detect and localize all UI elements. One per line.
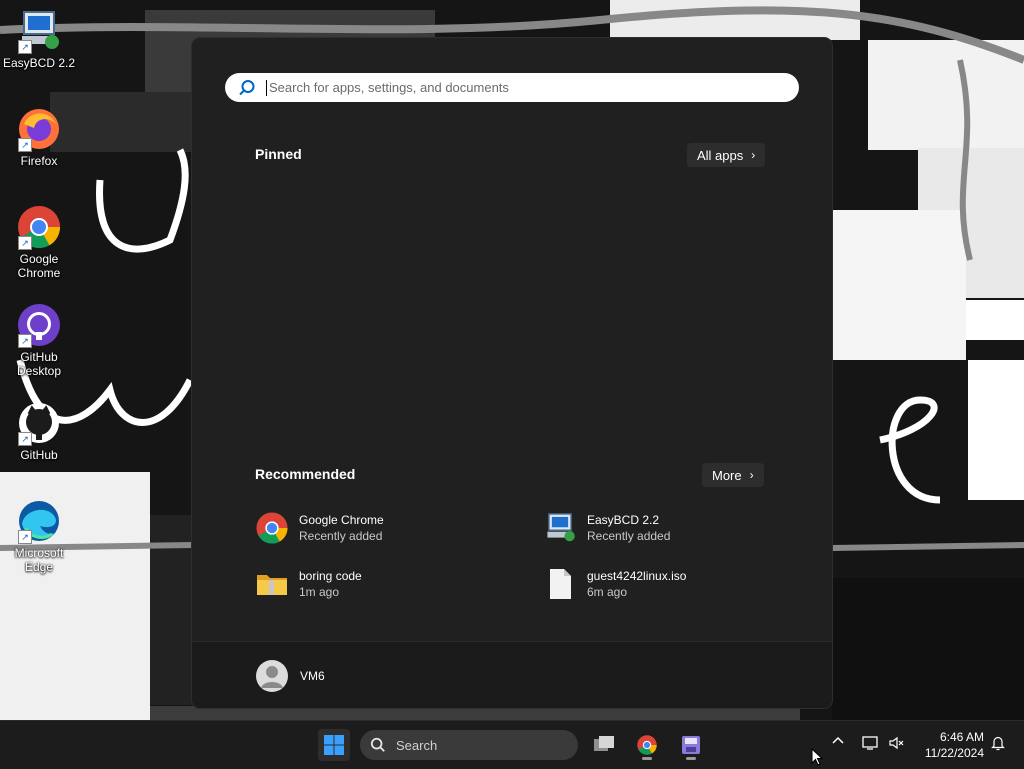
github-desktop-icon: ↗ [16,302,62,348]
chevron-right-icon: › [749,468,754,482]
start-search-box[interactable] [225,73,799,102]
clock-time: 6:46 AM [939,730,984,744]
recommended-title: Recommended [255,466,356,482]
text-caret [266,79,267,96]
taskbar-search-label: Search [396,737,438,753]
desktop-icon-firefox[interactable]: ↗ Firefox [1,106,77,168]
mouse-cursor-icon [811,748,823,766]
easybcd-icon [543,511,577,545]
network-icon[interactable] [862,735,878,751]
pinned-title: Pinned [255,146,302,162]
search-icon [239,79,255,95]
easybcd-icon: ↗ [16,8,62,54]
taskbar-app-button[interactable] [675,729,707,761]
search-icon [370,737,385,752]
desktop-icon-label: Firefox [20,154,58,168]
shortcut-arrow-icon: ↗ [18,432,32,446]
desktop-icon-microsoft-edge[interactable]: ↗ Microsoft Edge [1,498,77,574]
shortcut-arrow-icon: ↗ [18,530,32,544]
volume-muted-icon[interactable] [888,735,904,751]
recommended-item-subtitle: 6m ago [587,585,628,599]
start-menu: Pinned All apps › Recommended More › Goo… [192,38,832,708]
more-label: More [712,467,742,483]
taskbar-search-box[interactable]: Search [360,730,578,760]
shortcut-arrow-icon: ↗ [18,40,32,54]
desktop-icon-label: GitHub [20,448,58,462]
running-indicator [686,757,696,760]
task-view-button[interactable] [588,729,620,761]
all-apps-button[interactable]: All apps › [687,143,766,167]
file-icon [543,567,577,601]
more-button[interactable]: More › [702,463,764,487]
recommended-item-subtitle: 1m ago [299,585,340,599]
user-account-button[interactable]: VM6 [256,660,325,692]
desktop-icon-google-chrome[interactable]: ↗ Google Chrome [1,204,77,280]
chevron-right-icon: › [751,148,756,162]
recommended-item-boring-code[interactable]: boring code 1m ago [255,564,535,604]
task-view-icon [594,736,614,751]
start-menu-footer: VM6 [192,641,832,708]
recommended-item-easybcd[interactable]: EasyBCD 2.2 Recently added [543,508,823,548]
clock-date: 11/22/2024 [924,746,984,760]
desktop-icon-github[interactable]: ↗ GitHub [1,400,77,462]
windows-logo-icon [324,735,344,755]
recommended-item-name: boring code [299,569,362,583]
recommended-item-name: Google Chrome [299,513,384,527]
desktop-icon-label: Microsoft Edge [14,546,64,574]
taskbar-chrome-button[interactable] [631,729,663,761]
recommended-item-guest4242linux-iso[interactable]: guest4242linux.iso 6m ago [543,564,823,604]
all-apps-label: All apps [697,147,744,163]
recommended-item-google-chrome[interactable]: Google Chrome Recently added [255,508,535,548]
recommended-item-subtitle: Recently added [587,529,671,543]
chevron-up-icon[interactable] [832,735,844,747]
chrome-icon [255,511,289,545]
start-button[interactable] [318,729,350,761]
desktop-icon-label: EasyBCD 2.2 [2,56,76,70]
github-icon: ↗ [16,400,62,446]
recommended-item-name: guest4242linux.iso [587,569,687,583]
desktop-icon-label: GitHub Desktop [16,350,62,378]
desktop-icon-easybcd[interactable]: ↗ EasyBCD 2.2 [1,8,77,70]
recommended-item-name: EasyBCD 2.2 [587,513,660,527]
shortcut-arrow-icon: ↗ [18,334,32,348]
desktop-icon-label: Google Chrome [17,252,61,280]
firefox-icon: ↗ [16,106,62,152]
taskbar-clock[interactable]: 6:46 AM 11/22/2024 [918,729,984,761]
notification-bell-icon[interactable] [990,735,1006,751]
shortcut-arrow-icon: ↗ [18,236,32,250]
avatar [256,660,288,692]
shortcut-arrow-icon: ↗ [18,138,32,152]
user-name: VM6 [300,669,325,683]
recommended-item-subtitle: Recently added [299,529,383,543]
edge-icon: ↗ [16,498,62,544]
running-indicator [642,757,652,760]
chrome-icon: ↗ [16,204,62,250]
taskbar: Search 6:46 AM 11/22/2024 [0,720,1024,769]
desktop-icon-github-desktop[interactable]: ↗ GitHub Desktop [1,302,77,378]
folder-icon [255,567,289,601]
start-search-input[interactable] [269,80,769,95]
